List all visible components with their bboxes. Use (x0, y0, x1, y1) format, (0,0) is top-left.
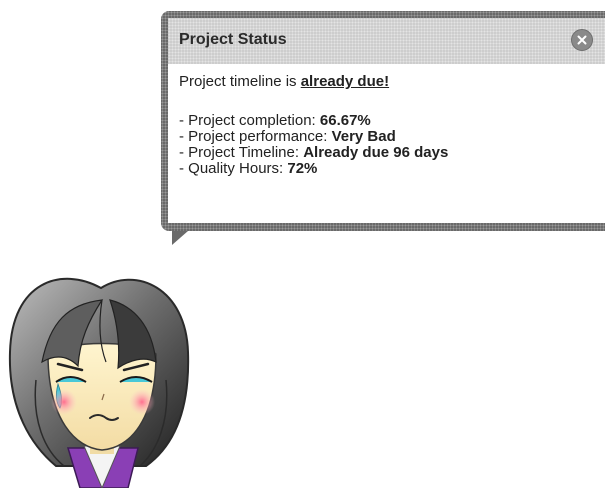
close-button[interactable] (571, 29, 593, 51)
status-item-label: - Project Timeline: (179, 144, 304, 161)
status-item-value: Already due 96 days (303, 144, 449, 161)
status-item-value: 66.67% (319, 112, 371, 129)
popup-header: Project Status (168, 18, 605, 64)
status-item-quality-hours: - Quality Hours: 72% (179, 161, 448, 177)
status-item-label: - Project performance: (179, 128, 332, 145)
headline-prefix: Project timeline is (179, 73, 301, 90)
popup-body: Project timeline is already due! - Proje… (168, 64, 605, 223)
crying-girl-avatar-icon (6, 270, 196, 493)
status-headline: Project timeline is already due! (179, 74, 389, 90)
status-item-value: Very Bad (331, 128, 396, 145)
status-item-label: - Quality Hours: (179, 160, 288, 177)
popup-pointer-tail (172, 231, 188, 245)
headline-emphasis: already due! (300, 73, 390, 90)
project-status-popup: Project Status Project timeline is alrea… (161, 11, 605, 231)
close-icon (577, 35, 587, 45)
popup-title: Project Status (179, 31, 287, 48)
status-item-completion: - Project completion: 66.67% (179, 113, 448, 129)
status-item-value: 72% (287, 160, 318, 177)
status-item-label: - Project completion: (179, 112, 320, 129)
status-list: - Project completion: 66.67% - Project p… (179, 113, 448, 177)
status-item-timeline: - Project Timeline: Already due 96 days (179, 145, 448, 161)
status-item-performance: - Project performance: Very Bad (179, 129, 448, 145)
